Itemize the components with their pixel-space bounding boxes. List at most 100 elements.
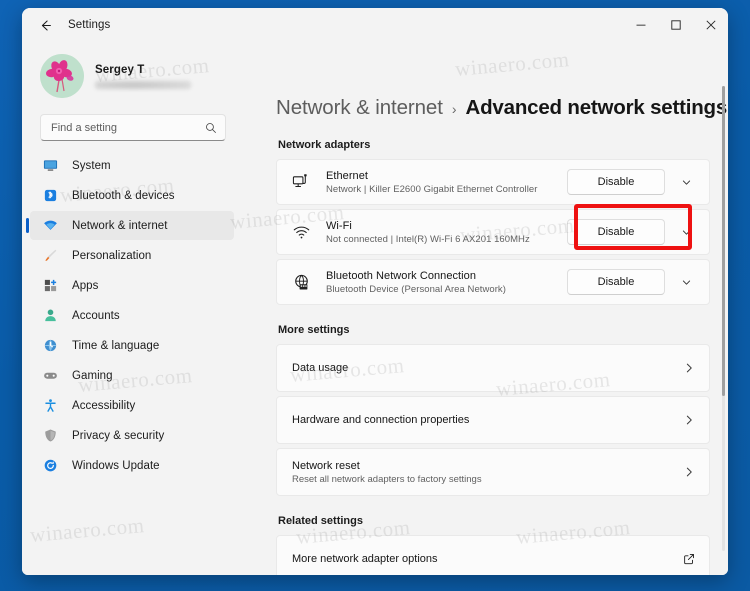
sidebar-item-label: Accessibility <box>72 399 136 412</box>
section-title-network-adapters: Network adapters <box>278 139 371 151</box>
sidebar-item-label: Windows Update <box>72 459 160 472</box>
sidebar-item-accounts[interactable]: Accounts <box>30 301 234 330</box>
sidebar-item-label: Accounts <box>72 309 120 322</box>
adapter-row-ethernet[interactable]: Ethernet Network | Killer E2600 Gigabit … <box>276 159 710 205</box>
sidebar-item-accessibility[interactable]: Accessibility <box>30 391 234 420</box>
monitor-icon <box>42 157 59 174</box>
chevron-down-icon <box>682 280 690 285</box>
clock-globe-icon <box>42 337 59 354</box>
adapter-text: Ethernet Network | Killer E2600 Gigabit … <box>326 170 567 195</box>
setting-body: Network reset Reset all network adapters… <box>292 460 683 485</box>
setting-label: More network adapter options <box>292 553 438 565</box>
person-icon <box>42 307 59 324</box>
adapter-row-wifi[interactable]: Wi-Fi Not connected | Intel(R) Wi-Fi 6 A… <box>276 204 710 255</box>
expand-button[interactable] <box>673 169 699 195</box>
adapter-description: Bluetooth Device (Personal Area Network) <box>326 283 506 295</box>
setting-body: Data usage <box>292 362 683 374</box>
back-arrow-icon <box>41 20 51 30</box>
setting-row-more-network-adapter-options[interactable]: More network adapter options <box>276 535 710 575</box>
breadcrumb-separator: › <box>451 101 457 117</box>
chevron-down-icon <box>682 180 690 185</box>
disable-button[interactable]: Disable <box>567 169 665 195</box>
profile-text: Sergey T <box>95 64 191 89</box>
close-button[interactable] <box>693 8 728 42</box>
adapter-description: Network | Killer E2600 Gigabit Ethernet … <box>326 183 538 195</box>
sidebar-item-privacy-security[interactable]: Privacy & security <box>30 421 234 450</box>
search-input[interactable] <box>51 121 205 134</box>
sidebar-item-windows-update[interactable]: Windows Update <box>30 451 234 480</box>
apps-grid-icon <box>42 277 59 294</box>
setting-label: Data usage <box>292 362 349 374</box>
sidebar-item-label: Privacy & security <box>72 429 165 442</box>
breadcrumb: Network & internet › Advanced network se… <box>276 42 727 120</box>
sidebar: Sergey T Find a setting System Bluetooth… <box>22 42 246 575</box>
disable-button[interactable]: Disable <box>567 219 665 245</box>
external-link-icon <box>684 553 694 565</box>
back-button[interactable] <box>30 12 60 38</box>
user-profile[interactable]: Sergey T <box>22 42 242 104</box>
globe-network-icon <box>290 271 312 293</box>
window-title: Settings <box>68 19 111 31</box>
gamepad-icon <box>42 367 59 384</box>
settings-window: Settings Sergey T Find a setting System … <box>22 8 728 575</box>
setting-row-hardware-connection-properties[interactable]: Hardware and connection properties <box>276 396 710 444</box>
adapter-description: Not connected | Intel(R) Wi-Fi 6 AX201 1… <box>326 233 530 245</box>
setting-label: Hardware and connection properties <box>292 414 470 426</box>
sidebar-item-personalization[interactable]: Personalization <box>30 241 234 270</box>
setting-description: Reset all network adapters to factory se… <box>292 473 482 485</box>
sidebar-item-system[interactable]: System <box>30 151 234 180</box>
sidebar-item-label: Apps <box>72 279 99 292</box>
update-refresh-icon <box>42 457 59 474</box>
network-wifi-icon <box>42 217 59 234</box>
wifi-icon <box>290 221 312 243</box>
flower-avatar <box>40 54 84 98</box>
paintbrush-icon <box>42 247 59 264</box>
setting-row-network-reset[interactable]: Network reset Reset all network adapters… <box>276 448 710 496</box>
setting-row-data-usage[interactable]: Data usage <box>276 344 710 392</box>
section-title-related-settings: Related settings <box>278 515 363 527</box>
sidebar-item-label: Time & language <box>72 339 160 352</box>
expand-button[interactable] <box>673 269 699 295</box>
ethernet-icon <box>290 171 312 193</box>
sidebar-item-apps[interactable]: Apps <box>30 271 234 300</box>
content-scrollbar[interactable] <box>722 86 725 551</box>
avatar <box>40 54 84 98</box>
adapter-text: Wi-Fi Not connected | Intel(R) Wi-Fi 6 A… <box>326 220 567 245</box>
sidebar-item-time-language[interactable]: Time & language <box>30 331 234 360</box>
close-icon <box>705 20 716 30</box>
shield-icon <box>42 427 59 444</box>
bluetooth-icon <box>42 187 59 204</box>
chevron-right-icon <box>686 363 692 373</box>
title-bar: Settings <box>22 8 728 42</box>
sidebar-item-label: Bluetooth & devices <box>72 189 175 202</box>
expand-button[interactable] <box>673 219 699 245</box>
sidebar-item-bluetooth-devices[interactable]: Bluetooth & devices <box>30 181 234 210</box>
adapter-name: Ethernet <box>326 169 368 182</box>
sidebar-item-label: System <box>72 159 111 172</box>
maximize-button[interactable] <box>658 8 693 42</box>
chevron-right-icon <box>686 467 692 477</box>
chevron-down-icon <box>682 230 690 235</box>
adapter-row-bluetooth-network-connection[interactable]: Bluetooth Network Connection Bluetooth D… <box>276 259 710 305</box>
chevron-right-icon <box>686 415 692 425</box>
adapter-text: Bluetooth Network Connection Bluetooth D… <box>326 270 567 295</box>
page-title: Advanced network settings <box>465 96 728 119</box>
search-icon <box>206 122 216 133</box>
sidebar-item-gaming[interactable]: Gaming <box>30 361 234 390</box>
accessibility-icon <box>42 397 59 414</box>
sidebar-item-network-internet[interactable]: Network & internet <box>26 211 234 240</box>
breadcrumb-parent-link[interactable]: Network & internet <box>276 96 443 120</box>
scrollbar-thumb[interactable] <box>722 86 725 396</box>
setting-body: More network adapter options <box>292 553 683 565</box>
search-box[interactable] <box>40 114 226 141</box>
setting-body: Hardware and connection properties <box>292 414 683 426</box>
maximize-icon <box>670 20 681 30</box>
minimize-button[interactable] <box>623 8 658 42</box>
sidebar-item-label: Network & internet <box>72 219 168 232</box>
disable-button[interactable]: Disable <box>567 269 665 295</box>
window-controls <box>623 8 728 42</box>
adapter-name: Bluetooth Network Connection <box>326 269 476 282</box>
main-content: Network & internet › Advanced network se… <box>246 42 728 575</box>
minimize-icon <box>636 24 645 26</box>
profile-email-blurred <box>95 80 191 89</box>
